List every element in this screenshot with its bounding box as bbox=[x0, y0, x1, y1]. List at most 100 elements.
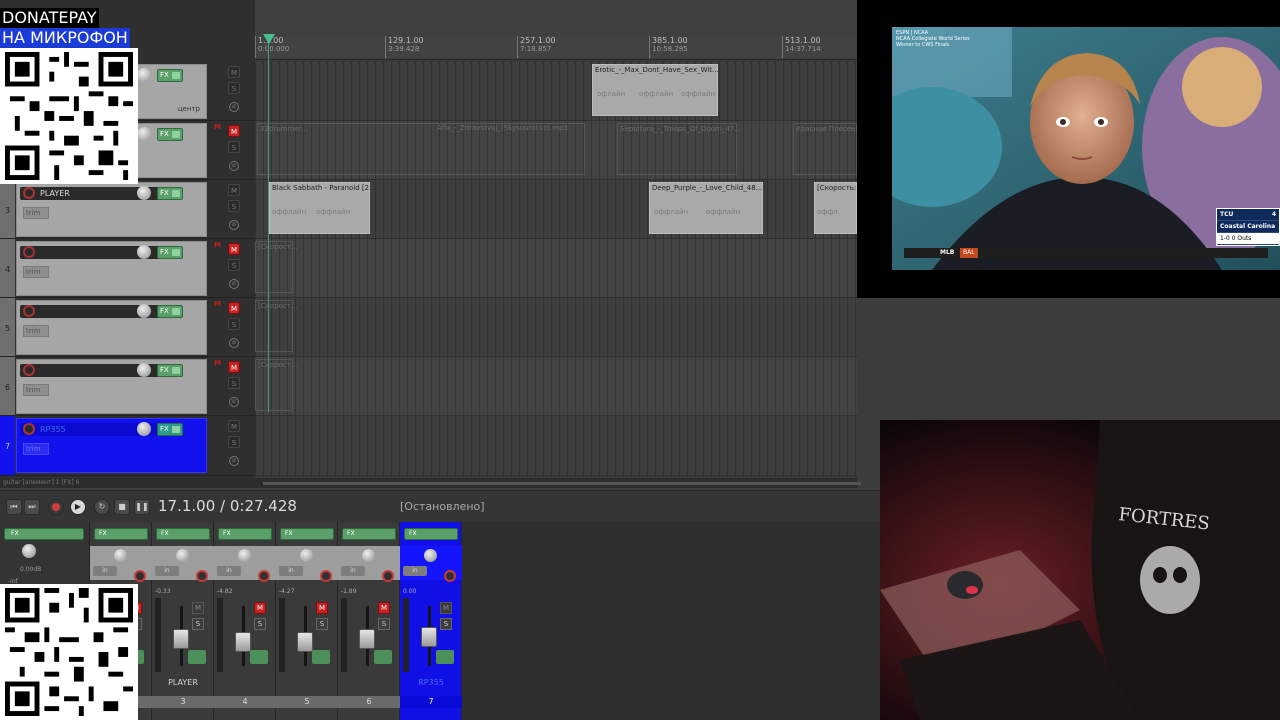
track-lane-6[interactable]: [Скорост... bbox=[255, 357, 857, 416]
media-item[interactable]: [Скорост... bbox=[255, 359, 297, 411]
fx-button[interactable]: FX bbox=[157, 187, 183, 200]
input-button[interactable]: in bbox=[403, 566, 427, 576]
fx-button[interactable]: FX bbox=[157, 364, 183, 377]
fx-button[interactable]: FX bbox=[4, 528, 84, 540]
fx-button[interactable]: FX bbox=[218, 528, 272, 540]
volume-knob[interactable] bbox=[137, 68, 151, 82]
record-arm-button[interactable] bbox=[258, 570, 270, 582]
mute-button[interactable]: M bbox=[378, 602, 390, 614]
track-header[interactable]: FX trim bbox=[16, 300, 207, 355]
repeat-icon[interactable]: ↻ bbox=[94, 499, 110, 515]
mixer-strip[interactable]: FX in -4.27 M S 5 bbox=[276, 522, 338, 720]
mute-button[interactable]: M bbox=[440, 602, 452, 614]
record-arm-button[interactable] bbox=[23, 305, 35, 317]
phase-icon[interactable]: ø bbox=[229, 220, 239, 230]
phase-icon[interactable]: ø bbox=[229, 456, 239, 466]
solo-button[interactable]: S bbox=[228, 82, 240, 94]
track-lane-3[interactable]: Black Sabbath - Paranoid [2... оффлайн о… bbox=[255, 180, 857, 239]
track-lane-7[interactable] bbox=[255, 416, 857, 476]
track-lane-4[interactable]: [Скорост... bbox=[255, 239, 857, 298]
track-row-4[interactable]: 4 FX trim M M S ø bbox=[0, 239, 255, 298]
phase-icon[interactable]: ø bbox=[229, 338, 239, 348]
record-arm-button[interactable] bbox=[320, 570, 332, 582]
track-row-5[interactable]: 5 FX trim M M S ø bbox=[0, 298, 255, 357]
mixer-strip[interactable]: FX in -0.33 M S PLAYER 3 bbox=[152, 522, 214, 720]
region-bar[interactable] bbox=[255, 0, 857, 36]
media-item[interactable]: [Скорост... bbox=[255, 300, 297, 352]
solo-button[interactable]: S bbox=[254, 618, 266, 630]
solo-button[interactable]: S bbox=[192, 618, 204, 630]
automation-trim-button[interactable]: trim bbox=[23, 384, 49, 396]
play-button[interactable]: ▶ bbox=[70, 499, 86, 515]
mixer-strip[interactable]: FX in 0.00 M S RP355 7 bbox=[400, 522, 462, 720]
pan-knob[interactable] bbox=[424, 549, 437, 562]
volume-fader[interactable] bbox=[359, 629, 375, 650]
mute-button[interactable]: M bbox=[228, 243, 240, 255]
media-item[interactable]: Black Sabbath - Paranoid [2... оффлайн о… bbox=[269, 182, 376, 234]
mute-button[interactable]: M bbox=[228, 420, 240, 432]
input-button[interactable]: in bbox=[279, 566, 303, 576]
playhead-marker-icon[interactable] bbox=[263, 34, 275, 44]
volume-knob[interactable] bbox=[137, 422, 151, 436]
media-item[interactable]: Deep_Purple_-_Love_Child_48... оффлайн о… bbox=[649, 182, 763, 234]
volume-fader[interactable] bbox=[421, 626, 437, 647]
track-row-3[interactable]: 3 PLAYER FX trim M S ø bbox=[0, 180, 255, 239]
solo-button[interactable]: S bbox=[228, 436, 240, 448]
track-header[interactable]: RP355 FX trim bbox=[16, 418, 207, 473]
route-button[interactable] bbox=[312, 650, 330, 664]
mute-button[interactable]: M bbox=[228, 125, 240, 137]
fx-button[interactable]: FX bbox=[157, 305, 183, 318]
time-display[interactable]: 17.1.00 / 0:27.428 bbox=[158, 497, 297, 515]
media-item[interactable]: Erotic_-_Max_Dont_Have_Sex_Wit... офлайн… bbox=[592, 64, 719, 116]
mute-button[interactable]: M bbox=[228, 66, 240, 78]
volume-knob[interactable] bbox=[137, 186, 151, 200]
media-item[interactable]: Alfa_-_Zdravstvuj_(Skysound.cc).mp3 bbox=[435, 123, 585, 175]
record-arm-button[interactable] bbox=[23, 187, 35, 199]
record-arm-button[interactable] bbox=[382, 570, 394, 582]
record-arm-button[interactable] bbox=[23, 364, 35, 376]
input-button[interactable]: in bbox=[155, 566, 179, 576]
volume-knob[interactable] bbox=[137, 245, 151, 259]
volume-knob[interactable] bbox=[22, 544, 36, 558]
go-to-start-icon[interactable]: ⏮ bbox=[6, 499, 22, 515]
record-arm-button[interactable] bbox=[23, 423, 35, 435]
solo-button[interactable]: S bbox=[228, 259, 240, 271]
timeline-ruler[interactable]: 1.1.00 0:00.000 129.1.00 3:39.428 257.1.… bbox=[255, 0, 857, 60]
mute-button[interactable]: M bbox=[228, 302, 240, 314]
input-button[interactable]: in bbox=[217, 566, 241, 576]
horizontal-scrollbar[interactable] bbox=[255, 478, 861, 488]
route-button[interactable] bbox=[188, 650, 206, 664]
media-item[interactable]: Красная Плесень... bbox=[793, 123, 857, 175]
fx-button[interactable]: FX bbox=[157, 246, 183, 259]
phase-icon[interactable]: ø bbox=[229, 397, 239, 407]
track-lane-2[interactable]: 32drummer... Alfa_-_Zdravstvuj_(Skysound… bbox=[255, 121, 857, 180]
solo-button[interactable]: S bbox=[378, 618, 390, 630]
mute-button[interactable]: M bbox=[316, 602, 328, 614]
route-button[interactable] bbox=[436, 650, 454, 664]
fx-button[interactable]: FX bbox=[157, 128, 183, 141]
track-header[interactable]: FX trim bbox=[16, 359, 207, 414]
record-button[interactable] bbox=[48, 499, 64, 515]
solo-button[interactable]: S bbox=[228, 318, 240, 330]
pan-knob[interactable] bbox=[176, 549, 189, 562]
volume-fader[interactable] bbox=[297, 632, 313, 652]
mixer-strip[interactable]: FX in -4.82 M S 4 bbox=[214, 522, 276, 720]
pan-knob[interactable] bbox=[300, 549, 313, 562]
volume-knob[interactable] bbox=[137, 127, 151, 141]
solo-button[interactable]: S bbox=[316, 618, 328, 630]
solo-button[interactable]: S bbox=[440, 618, 452, 630]
fx-button[interactable]: FX bbox=[156, 528, 210, 540]
track-header[interactable]: FX trim bbox=[16, 241, 207, 296]
record-arm-button[interactable] bbox=[444, 570, 456, 582]
route-button[interactable] bbox=[250, 650, 268, 664]
solo-button[interactable]: S bbox=[228, 200, 240, 212]
volume-fader[interactable] bbox=[235, 632, 251, 652]
fx-button[interactable]: FX bbox=[404, 528, 458, 540]
media-item[interactable]: [Скорость:1... оффл bbox=[814, 182, 857, 234]
fx-button[interactable]: FX bbox=[342, 528, 396, 540]
input-button[interactable]: in bbox=[341, 566, 365, 576]
stop-button[interactable]: ■ bbox=[114, 499, 130, 515]
volume-knob[interactable] bbox=[137, 363, 151, 377]
fx-button[interactable]: FX bbox=[94, 528, 148, 540]
scrollbar-thumb[interactable] bbox=[263, 482, 861, 485]
